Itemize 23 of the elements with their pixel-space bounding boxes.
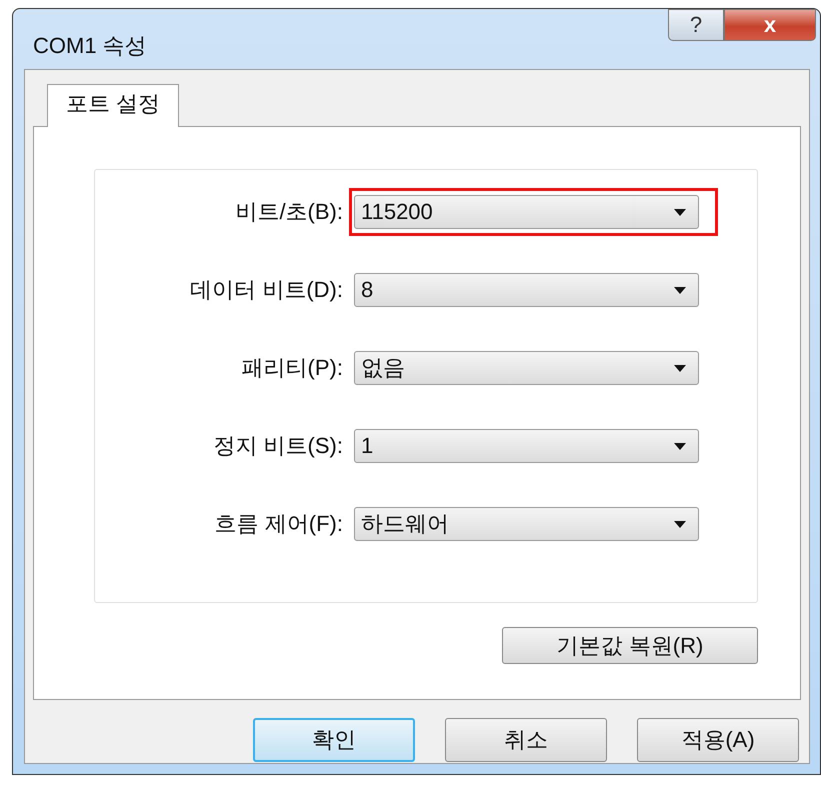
dropdown[interactable]: 115200 — [354, 195, 699, 229]
caret-icon — [674, 286, 686, 294]
caret-icon — [674, 520, 686, 528]
window-title: COM1 속성 — [33, 32, 147, 60]
restore-defaults-button[interactable]: 기본값 복원(R) — [502, 627, 758, 664]
dialog-button[interactable]: 적용(A) — [637, 718, 799, 762]
field-label: 흐름 제어(F): — [214, 510, 344, 538]
field-label: 데이터 비트(D): — [189, 276, 344, 304]
caret-icon — [674, 364, 686, 372]
dropdown[interactable]: 없음 — [354, 351, 699, 385]
field-label: 정지 비트(S): — [212, 432, 344, 460]
field-label: 비트/초(B): — [234, 198, 344, 226]
dialog-button[interactable]: 취소 — [445, 718, 607, 762]
caret-icon — [674, 442, 686, 450]
field-label: 패리티(P): — [240, 354, 344, 382]
help-button[interactable]: ? — [668, 9, 724, 41]
caret-icon — [674, 208, 686, 216]
close-button[interactable]: x — [724, 9, 816, 41]
dropdown[interactable]: 8 — [354, 273, 699, 307]
dropdown[interactable]: 하드웨어 — [354, 507, 699, 541]
dropdown[interactable]: 1 — [354, 429, 699, 463]
dialog-button[interactable]: 확인 — [253, 718, 415, 762]
tab[interactable]: 포트 설정 — [47, 84, 180, 127]
